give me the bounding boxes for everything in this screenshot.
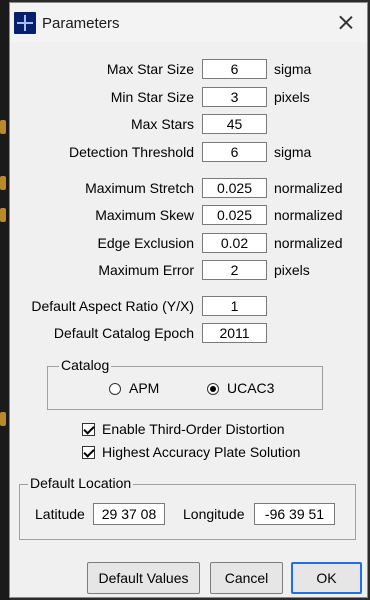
ucac3-radio[interactable] — [207, 383, 219, 395]
background-mark — [0, 176, 6, 190]
max-stars-label: Max Stars — [130, 116, 194, 132]
longitude-label: Longitude — [183, 506, 245, 522]
default-aspect-ratio-label: Default Aspect Ratio (Y/X) — [31, 298, 194, 314]
ok-button[interactable]: OK — [291, 562, 362, 594]
apm-radio-label[interactable]: APM — [129, 380, 159, 396]
default-catalog-epoch-field[interactable] — [202, 323, 267, 343]
close-icon[interactable] — [335, 12, 357, 34]
maximum-skew-label: Maximum Skew — [95, 207, 194, 223]
cancel-button[interactable]: Cancel — [210, 562, 283, 594]
background-mark — [0, 412, 6, 426]
third-order-distortion-label[interactable]: Enable Third-Order Distortion — [102, 421, 285, 437]
maximum-error-field[interactable] — [202, 260, 267, 280]
title-bar[interactable]: Parameters — [10, 3, 367, 43]
max-stars-field[interactable] — [202, 114, 267, 134]
highest-accuracy-label[interactable]: Highest Accuracy Plate Solution — [102, 444, 300, 460]
background-mark — [0, 208, 6, 222]
highest-accuracy-checkbox[interactable] — [82, 446, 95, 459]
maximum-error-unit: pixels — [274, 262, 310, 278]
ucac3-radio-label[interactable]: UCAC3 — [227, 380, 274, 396]
maximum-error-label: Maximum Error — [98, 262, 194, 278]
edge-exclusion-label: Edge Exclusion — [97, 235, 194, 251]
edge-exclusion-unit: normalized — [274, 235, 343, 251]
default-catalog-epoch-label: Default Catalog Epoch — [53, 325, 194, 341]
latitude-field[interactable] — [93, 503, 165, 525]
max-star-size-field[interactable] — [202, 59, 267, 79]
default-aspect-ratio-field[interactable] — [202, 296, 267, 316]
apm-radio[interactable] — [109, 383, 121, 395]
catalog-legend: Catalog — [59, 357, 112, 373]
maximum-stretch-label: Maximum Stretch — [85, 180, 194, 196]
window-title: Parameters — [42, 15, 120, 32]
maximum-stretch-unit: normalized — [274, 180, 343, 196]
background-mark — [0, 120, 6, 134]
third-order-distortion-checkbox[interactable] — [82, 423, 95, 436]
detection-threshold-label: Detection Threshold — [68, 144, 194, 160]
app-crosshair-icon — [14, 12, 36, 34]
detection-threshold-unit: sigma — [274, 144, 312, 160]
maximum-stretch-field[interactable] — [202, 178, 267, 198]
maximum-skew-unit: normalized — [274, 207, 343, 223]
max-star-size-unit: sigma — [274, 61, 312, 77]
edge-exclusion-field[interactable] — [202, 233, 267, 253]
maximum-skew-field[interactable] — [202, 205, 267, 225]
min-star-size-unit: pixels — [274, 89, 310, 105]
min-star-size-label: Min Star Size — [110, 89, 194, 105]
max-star-size-label: Max Star Size — [106, 61, 194, 77]
default-values-button[interactable]: Default Values — [87, 562, 200, 594]
default-location-legend: Default Location — [28, 475, 134, 491]
latitude-label: Latitude — [35, 506, 85, 522]
detection-threshold-field[interactable] — [202, 142, 267, 162]
longitude-field[interactable] — [254, 503, 335, 525]
min-star-size-field[interactable] — [202, 87, 267, 107]
parameters-dialog: Parameters Max Star Size sigma Min Star … — [9, 2, 368, 598]
